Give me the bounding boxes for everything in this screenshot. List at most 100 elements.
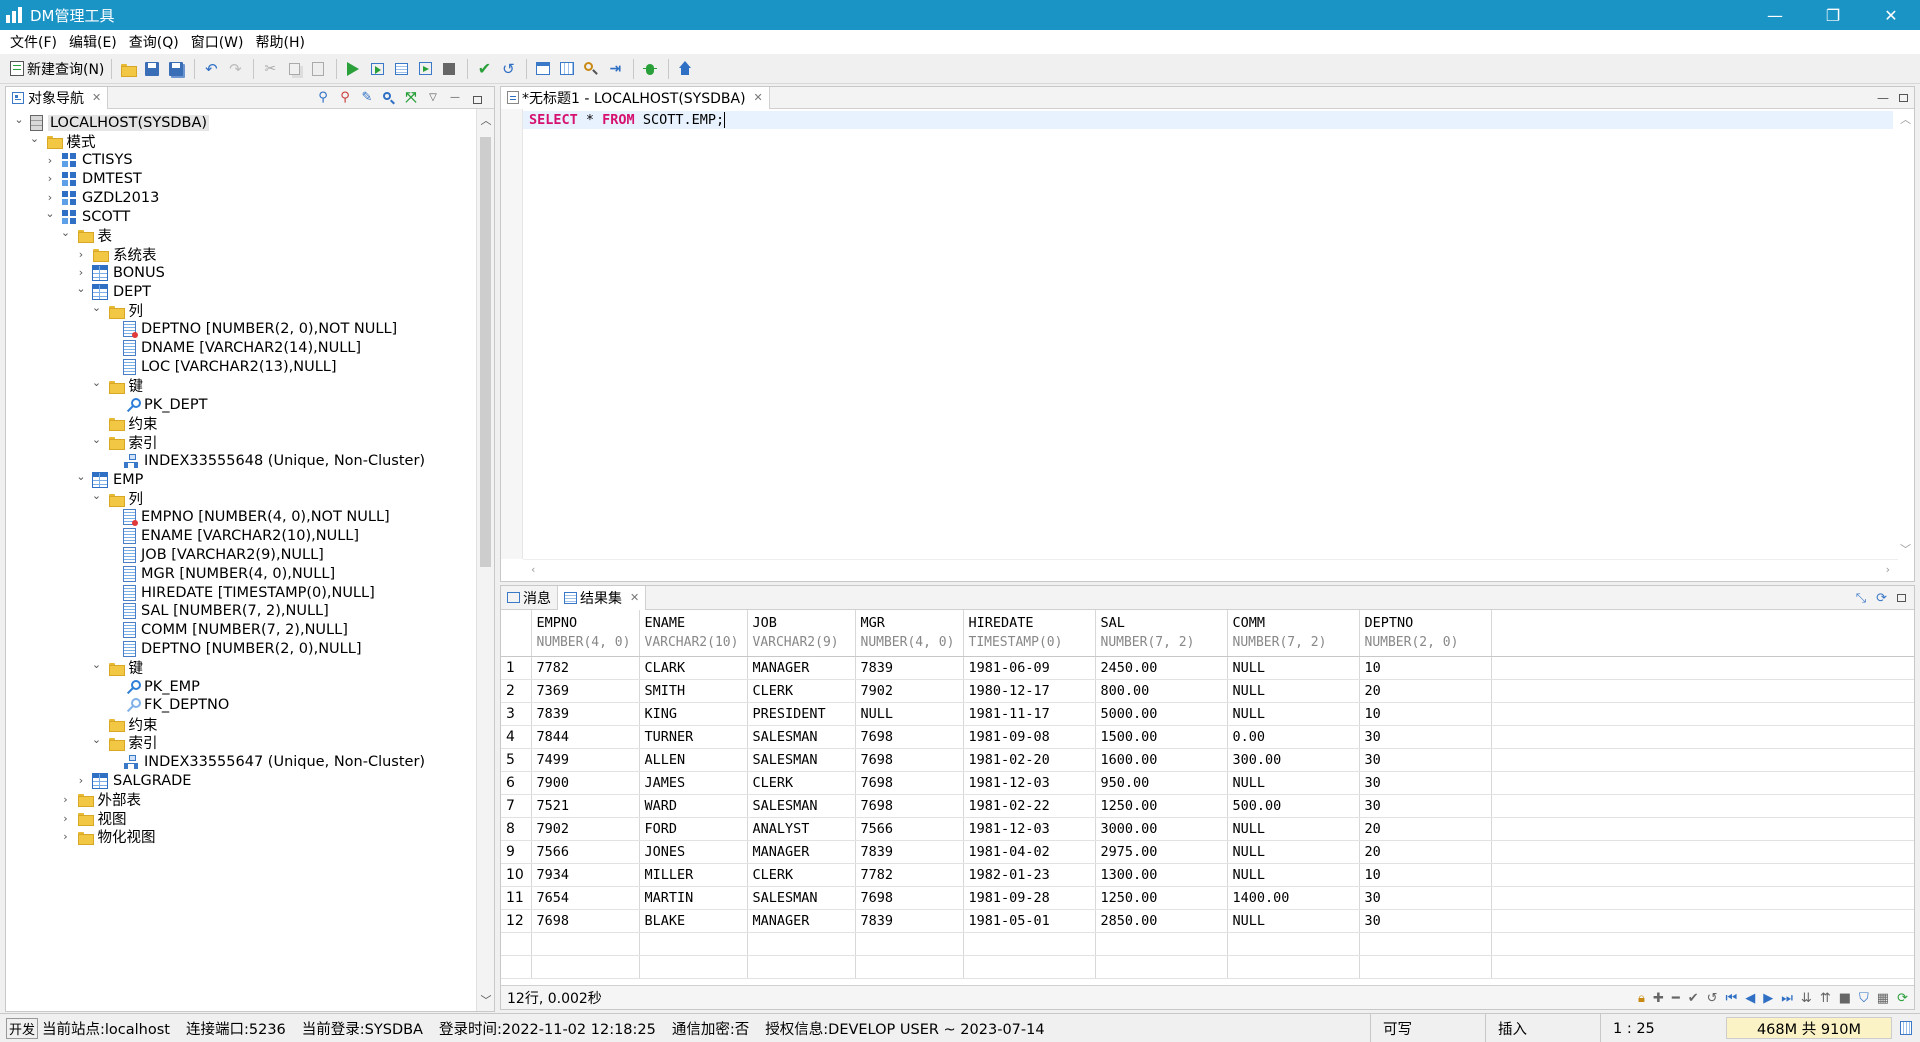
filter-icon[interactable]: ⛉ — [1859, 991, 1869, 1006]
grid-button[interactable] — [556, 57, 578, 81]
apply-icon[interactable]: ✔ — [1688, 991, 1699, 1006]
table-cell[interactable]: 7839 — [855, 909, 964, 933]
copy-button[interactable] — [283, 57, 305, 81]
column-header[interactable]: EMPNO NUMBER(4, 0) — [531, 610, 640, 657]
table-cell[interactable]: 7369 — [531, 679, 640, 703]
table-cell[interactable]: 2975.00 — [1095, 840, 1228, 864]
table-cell[interactable]: 1981-09-08 — [963, 725, 1096, 749]
table-row[interactable]: 11 7654 MARTIN SALESMAN 7698 1981-09-28 1250.0… — [501, 886, 1914, 910]
table-cell[interactable]: 1300.00 — [1095, 863, 1228, 887]
close-button[interactable]: ✕ — [1862, 0, 1920, 30]
column-header[interactable]: SAL NUMBER(7, 2) — [1095, 610, 1228, 657]
table-row[interactable]: 12 7698 BLAKE MANAGER 7839 1981-05-01 2850.00 N… — [501, 909, 1914, 933]
chevron-down-icon[interactable]: ⌄ — [90, 301, 104, 314]
expand-all-button[interactable]: ⤧ — [400, 88, 422, 108]
table-cell[interactable]: 950.00 — [1095, 771, 1228, 795]
stop-icon[interactable]: ■ — [1839, 991, 1851, 1006]
cut-button[interactable]: ✂ — [259, 57, 281, 81]
table-cell[interactable]: 10 — [1359, 863, 1492, 887]
table-cell[interactable]: 20 — [1359, 679, 1492, 703]
table-cell[interactable]: 7839 — [855, 656, 964, 680]
table-cell[interactable]: SALESMAN — [747, 748, 856, 772]
table-cell[interactable]: 7782 — [531, 656, 640, 680]
chevron-down-icon[interactable]: ⌄ — [90, 433, 104, 446]
table-cell[interactable]: NULL — [1227, 679, 1360, 703]
editor-horizontal-scrollbar[interactable]: ‹ › — [523, 559, 1898, 581]
refresh-icon[interactable]: ⟳ — [1876, 591, 1887, 606]
table-cell[interactable]: 300.00 — [1227, 748, 1360, 772]
table-cell[interactable]: 7902 — [531, 817, 640, 841]
scrollbar-thumb[interactable] — [480, 137, 491, 567]
debug-button[interactable] — [639, 57, 661, 81]
chevron-down-icon[interactable]: ⌄ — [12, 113, 26, 126]
expand-rows-icon[interactable]: ⇊ — [1801, 991, 1812, 1006]
last-page-icon[interactable]: ⏭︎ — [1781, 991, 1793, 1006]
commit-button[interactable]: ✔ — [473, 57, 495, 81]
table-cell[interactable]: 7902 — [855, 679, 964, 703]
table-cell[interactable]: 7782 — [855, 863, 964, 887]
close-icon[interactable]: ✕ — [92, 91, 101, 104]
table-cell[interactable]: JAMES — [639, 771, 748, 795]
stop-button[interactable] — [438, 57, 460, 81]
memory-usage[interactable]: 468M 共 910M — [1726, 1017, 1892, 1039]
table-cell[interactable]: 1981-06-09 — [963, 656, 1096, 680]
table-row[interactable]: 4 7844 TURNER SALESMAN 7698 1981-09-08 1500.00… — [501, 725, 1914, 749]
gc-trash-icon[interactable] — [1900, 1021, 1912, 1035]
table-cell[interactable]: 1981-09-28 — [963, 886, 1096, 910]
table-cell[interactable]: JONES — [639, 840, 748, 864]
table-cell[interactable]: ANALYST — [747, 817, 856, 841]
collapse-rows-icon[interactable]: ⇈ — [1820, 991, 1831, 1006]
table-cell[interactable]: CLERK — [747, 771, 856, 795]
execute-plan-button[interactable] — [414, 57, 436, 81]
table-cell[interactable]: 7698 — [855, 771, 964, 795]
chevron-down-icon[interactable]: ⌄ — [90, 376, 104, 389]
table-cell[interactable]: 20 — [1359, 817, 1492, 841]
table-cell[interactable]: 7900 — [531, 771, 640, 795]
menu-window[interactable]: 窗口(W) — [185, 32, 250, 52]
table-cell[interactable]: 10 — [1359, 656, 1492, 680]
table-cell[interactable]: 1980-12-17 — [963, 679, 1096, 703]
menu-query[interactable]: 查询(Q) — [123, 32, 185, 52]
table-cell[interactable]: 1981-12-03 — [963, 817, 1096, 841]
new-query-button[interactable]: 新建查询(N) — [10, 57, 104, 81]
chevron-down-icon[interactable]: ⌄ — [59, 226, 73, 239]
save-all-button[interactable] — [165, 57, 187, 81]
execute-script-button[interactable] — [390, 57, 412, 81]
edit-button[interactable]: ✎ — [356, 88, 378, 108]
table-cell[interactable]: 2450.00 — [1095, 656, 1228, 680]
debug-step-button[interactable]: ⇥ — [604, 57, 626, 81]
table-cell[interactable]: 1250.00 — [1095, 886, 1228, 910]
execute-current-button[interactable] — [366, 57, 388, 81]
table-cell[interactable]: 0.00 — [1227, 725, 1360, 749]
maximize-panel-button[interactable] — [466, 88, 488, 108]
scroll-down-icon[interactable]: ﹀ — [1900, 541, 1911, 557]
editor-vertical-scrollbar[interactable]: ︿ ﹀ — [1896, 109, 1914, 559]
tree-node[interactable]: DEPTNO [NUMBER(2, 0),NULL] — [105, 637, 361, 660]
chevron-down-icon[interactable]: ⌄ — [28, 132, 42, 145]
connect-button[interactable]: ⚲ — [312, 88, 334, 108]
chevron-right-icon[interactable]: › — [43, 154, 57, 167]
next-page-icon[interactable]: ▶ — [1763, 991, 1773, 1006]
table-row[interactable]: 6 7900 JAMES CLERK 7698 1981-12-03 950.00 NULL 3… — [501, 771, 1914, 795]
chevron-down-icon[interactable]: ⌄ — [74, 470, 88, 483]
table-cell[interactable]: PRESIDENT — [747, 702, 856, 726]
table-cell[interactable]: TURNER — [639, 725, 748, 749]
table-cell[interactable]: FORD — [639, 817, 748, 841]
table-cell[interactable]: 7698 — [855, 794, 964, 818]
table-cell[interactable]: MANAGER — [747, 840, 856, 864]
table-cell[interactable]: 7844 — [531, 725, 640, 749]
column-header[interactable]: COMM NUMBER(7, 2) — [1227, 610, 1360, 657]
table-cell[interactable]: NULL — [855, 702, 964, 726]
table-cell[interactable]: MANAGER — [747, 656, 856, 680]
table-row[interactable]: 1 7782 CLARK MANAGER 7839 1981-06-09 2450.00 NU… — [501, 656, 1914, 680]
chevron-down-icon[interactable]: ⌄ — [43, 207, 57, 220]
scroll-right-icon[interactable]: › — [1886, 563, 1890, 576]
chevron-right-icon[interactable]: › — [74, 248, 88, 261]
table-cell[interactable]: 3000.00 — [1095, 817, 1228, 841]
table-cell[interactable]: 7934 — [531, 863, 640, 887]
scroll-down-icon[interactable]: ﹀ — [477, 992, 495, 1008]
maximize-icon[interactable] — [1899, 94, 1908, 102]
table-cell[interactable]: 7521 — [531, 794, 640, 818]
table-cell[interactable]: SALESMAN — [747, 794, 856, 818]
table-cell[interactable]: BLAKE — [639, 909, 748, 933]
